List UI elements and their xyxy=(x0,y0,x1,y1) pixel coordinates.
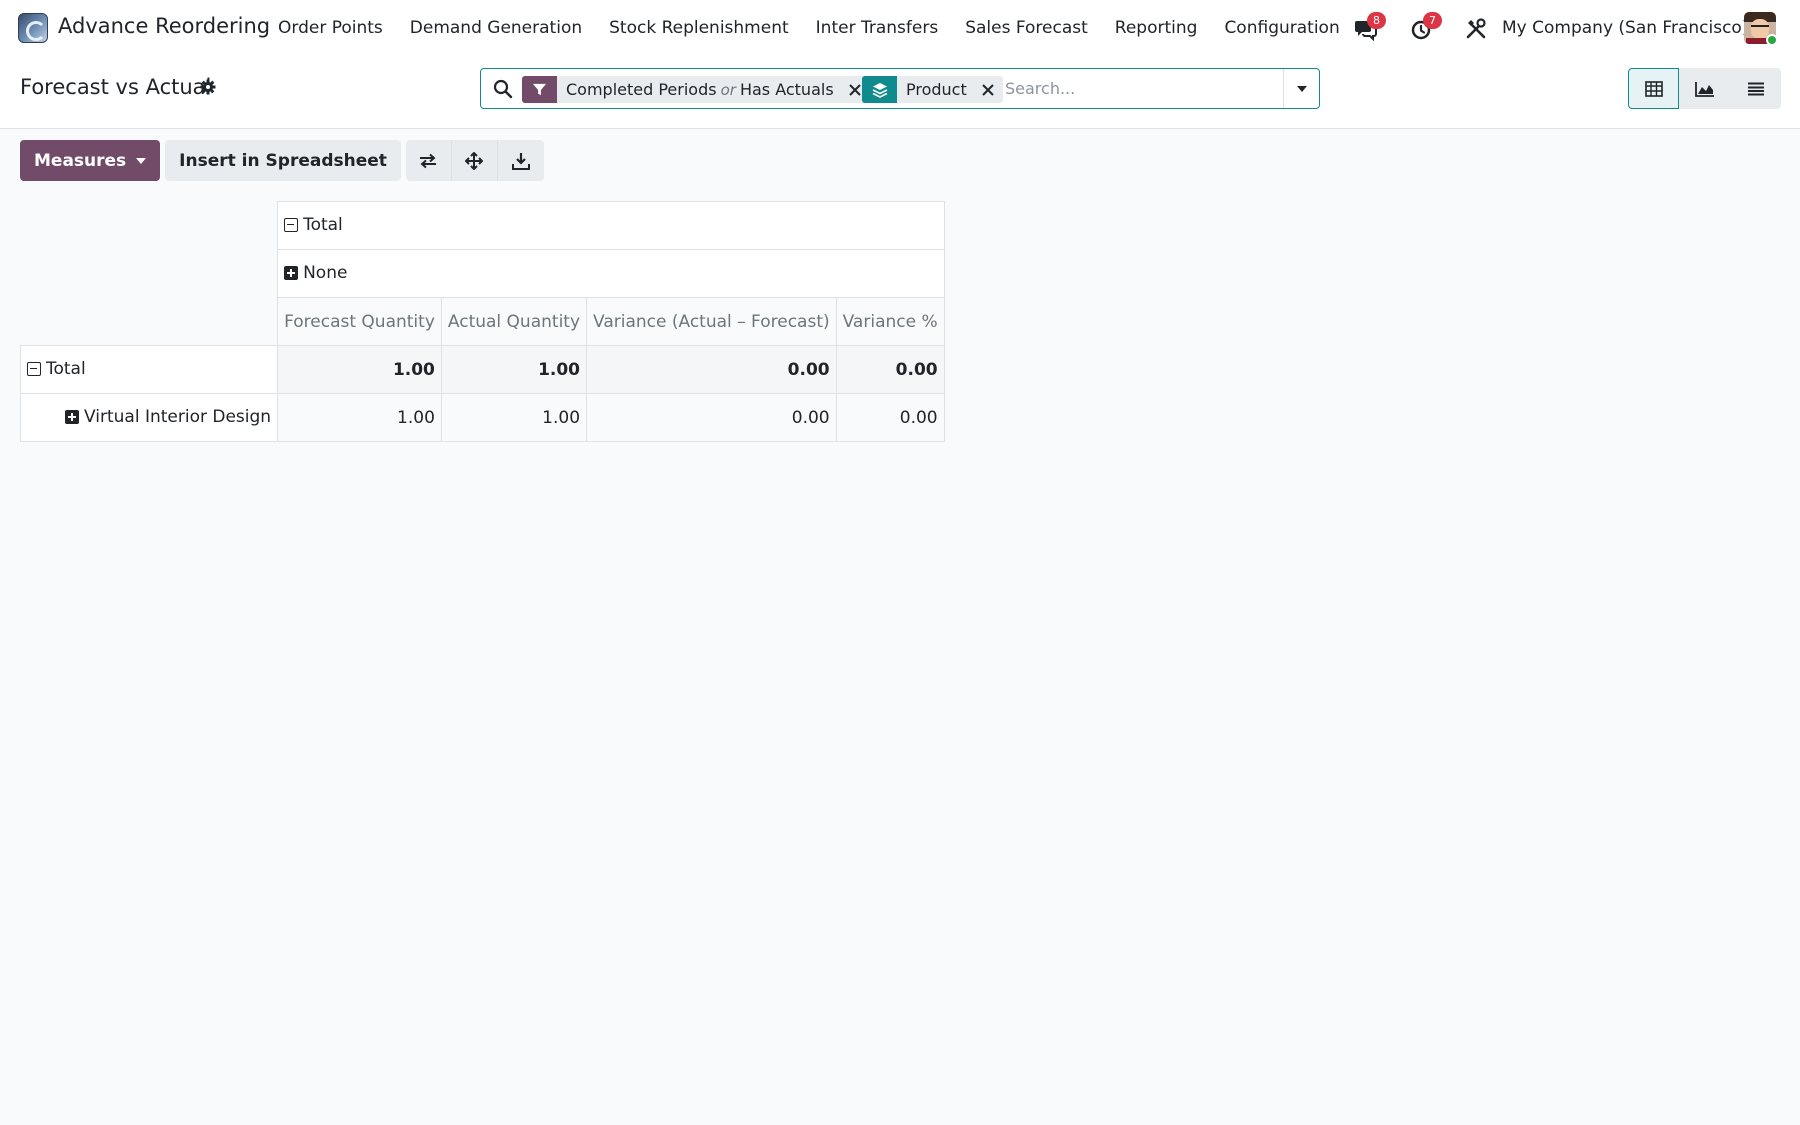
pivot-cell[interactable]: 0.00 xyxy=(835,345,945,394)
insert-in-spreadsheet-button[interactable]: Insert in Spreadsheet xyxy=(165,140,401,181)
list-view-button[interactable] xyxy=(1730,68,1781,109)
app-logo-icon[interactable] xyxy=(18,13,48,43)
pivot-cell[interactable]: 1.00 xyxy=(440,393,588,442)
groupby-facet-remove-button[interactable] xyxy=(977,76,999,103)
pivot-corner xyxy=(21,202,278,346)
view-switcher xyxy=(1628,68,1781,109)
pivot-table: Total None Forecast Quantity Actual Quan… xyxy=(19,201,945,442)
collapse-icon xyxy=(284,217,299,232)
download-icon xyxy=(511,152,530,170)
menu-sales-forecast[interactable]: Sales Forecast xyxy=(965,18,1088,38)
groupby-facet-label: Product xyxy=(906,80,967,99)
table-row: Total 1.00 1.00 0.00 0.00 xyxy=(19,345,945,394)
menu-configuration[interactable]: Configuration xyxy=(1224,18,1339,38)
measure-header-variance-percent[interactable]: Variance % xyxy=(835,297,945,346)
filter-icon xyxy=(522,76,557,103)
graph-view-button[interactable] xyxy=(1679,68,1730,109)
filter-facet-label: Completed Periods or Has Actuals xyxy=(566,80,834,99)
filter-facet[interactable]: Completed Periods or Has Actuals xyxy=(522,76,870,103)
measure-header-actual-quantity[interactable]: Actual Quantity xyxy=(440,297,588,346)
debug-tools-button[interactable] xyxy=(1464,17,1488,41)
search-input[interactable] xyxy=(1005,73,1275,104)
menu-order-points[interactable]: Order Points xyxy=(278,18,383,38)
table-row: Virtual Interior Design 1.00 1.00 0.00 0… xyxy=(19,393,945,442)
menu-inter-transfers[interactable]: Inter Transfers xyxy=(816,18,939,38)
pivot-row-header-total[interactable]: Total xyxy=(19,345,279,394)
list-icon xyxy=(1747,82,1764,95)
pivot-row-header-product[interactable]: Virtual Interior Design xyxy=(19,393,279,442)
measures-label: Measures xyxy=(34,150,127,171)
expand-icon xyxy=(65,409,79,424)
pivot-view-button[interactable] xyxy=(1628,68,1679,109)
pivot-cell[interactable]: 0.00 xyxy=(835,393,945,442)
main-menu: Order Points Demand Generation Stock Rep… xyxy=(278,18,1367,38)
search-icon[interactable] xyxy=(493,79,513,99)
pivot-cell[interactable]: 0.00 xyxy=(586,345,837,394)
close-icon xyxy=(982,83,994,96)
caret-down-icon xyxy=(136,157,147,164)
pivot-cell[interactable]: 0.00 xyxy=(586,393,837,442)
pivot-cell[interactable]: 1.00 xyxy=(277,393,442,442)
swap-arrows-icon xyxy=(420,153,437,168)
activities-button[interactable]: 7 xyxy=(1410,12,1442,41)
page-title: Forecast vs Actual xyxy=(20,75,212,99)
search-bar: Completed Periods or Has Actuals Product xyxy=(480,68,1320,109)
pivot-table-icon xyxy=(1644,80,1663,97)
pivot-cell[interactable]: 1.00 xyxy=(277,345,442,394)
menu-demand-generation[interactable]: Demand Generation xyxy=(410,18,582,38)
download-xlsx-button[interactable] xyxy=(497,140,544,181)
close-icon xyxy=(848,83,861,96)
pivot-col-header-total[interactable]: Total xyxy=(277,201,945,250)
expand-all-button[interactable] xyxy=(451,140,498,181)
menu-stock-replenishment[interactable]: Stock Replenishment xyxy=(609,18,789,38)
online-status-icon xyxy=(1766,34,1778,46)
messages-badge: 8 xyxy=(1367,12,1386,29)
layers-icon xyxy=(862,76,897,103)
measure-header-variance[interactable]: Variance (Actual – Forecast) xyxy=(586,297,837,346)
messages-button[interactable]: 8 xyxy=(1354,12,1386,42)
tools-icon xyxy=(1466,18,1486,39)
pivot-actions-group xyxy=(405,140,544,181)
menu-reporting[interactable]: Reporting xyxy=(1115,18,1198,38)
pivot-cell[interactable]: 1.00 xyxy=(440,345,588,394)
control-panel: Forecast vs Actual Completed Periods or Ha… xyxy=(0,57,1800,129)
expand-icon xyxy=(284,265,299,280)
move-arrows-icon xyxy=(465,151,484,170)
flip-axis-button[interactable] xyxy=(405,140,452,181)
collapse-icon xyxy=(27,361,41,376)
measures-dropdown-button[interactable]: Measures xyxy=(20,140,161,181)
top-navbar: Advance Reordering Order Points Demand G… xyxy=(0,0,1800,57)
area-chart-icon xyxy=(1694,81,1714,97)
pivot-col-header-none[interactable]: None xyxy=(277,249,945,298)
caret-down-icon xyxy=(1297,85,1307,92)
app-name[interactable]: Advance Reordering xyxy=(58,14,270,38)
company-switcher[interactable]: My Company (San Francisco) xyxy=(1502,18,1748,38)
activities-badge: 7 xyxy=(1423,12,1442,29)
measure-header-forecast-quantity[interactable]: Forecast Quantity xyxy=(277,297,442,346)
groupby-facet[interactable]: Product xyxy=(862,76,1003,103)
gear-icon[interactable] xyxy=(200,79,216,95)
search-options-toggle[interactable] xyxy=(1283,69,1320,108)
pivot-toolbar: Measures Insert in Spreadsheet xyxy=(20,140,544,181)
